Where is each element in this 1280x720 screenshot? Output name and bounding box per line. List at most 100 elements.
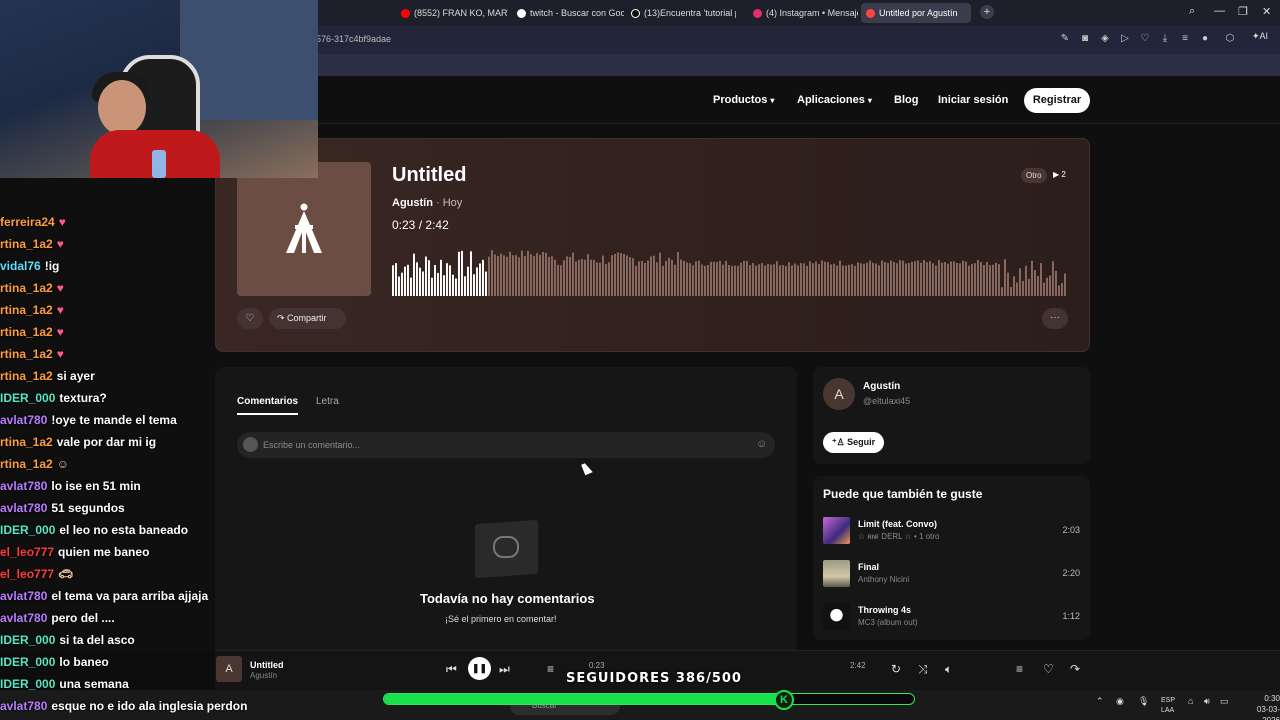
chat-username[interactable]: avlat780 — [0, 479, 47, 493]
repeat-icon[interactable]: ↻ — [891, 662, 901, 676]
network-icon[interactable]: ⌂ — [1188, 696, 1193, 706]
waveform-bar — [617, 252, 619, 296]
play-icon[interactable]: ▷ — [1119, 33, 1131, 45]
waveform-bar — [557, 264, 559, 296]
chat-username[interactable]: avlat780 — [0, 589, 47, 603]
chat-username[interactable]: IDER_000 — [0, 677, 55, 691]
chat-username[interactable]: IDER_000 — [0, 391, 55, 405]
chat-username[interactable]: rtina_1a2 — [0, 347, 53, 361]
camera-icon[interactable]: ◙ — [1079, 33, 1091, 45]
chat-username[interactable]: avlat780 — [0, 699, 47, 713]
battery-icon[interactable]: ▭ — [1220, 696, 1229, 707]
chat-username[interactable]: rtina_1a2 — [0, 325, 53, 339]
emoji-icon[interactable]: ☺ — [756, 438, 767, 450]
ai-button[interactable]: ✦AI — [1252, 31, 1268, 42]
shield-icon[interactable]: ◈ — [1099, 33, 1111, 45]
player-title[interactable]: Untitled — [250, 660, 284, 670]
tab-lyrics[interactable]: Letra — [316, 396, 339, 407]
queue-icon[interactable]: ≡ — [547, 662, 554, 676]
profile-icon[interactable]: ● — [1199, 33, 1211, 45]
pause-button[interactable]: ❚❚ — [468, 657, 491, 680]
next-icon[interactable]: ⏭ — [499, 662, 510, 677]
waveform-bar — [854, 265, 856, 296]
register-button[interactable]: Registrar — [1024, 88, 1090, 113]
heart-icon[interactable]: ♡ — [1139, 33, 1151, 45]
track-artist-link[interactable]: Agustín — [392, 197, 433, 209]
tab-tiktok[interactable]: (13)Encuentra 'tutorial pa — [626, 3, 736, 23]
waveform-bar — [545, 252, 547, 296]
waveform-bar — [653, 255, 655, 296]
player-cover[interactable]: A — [216, 656, 242, 682]
player-artist[interactable]: Agustín — [250, 671, 277, 680]
extension-icon[interactable]: ⬡ — [1224, 33, 1236, 45]
waveform-bar — [530, 254, 532, 296]
tab-instagram[interactable]: (4) Instagram • Mensajes — [748, 3, 858, 23]
chat-username[interactable]: avlat780 — [0, 611, 47, 625]
recommendation-item[interactable]: Limit (feat. Convo) ☆ ʀɴғ DERL ☆ • 1 otr… — [823, 517, 1080, 545]
microphone-icon[interactable]: 🎙︎ — [1138, 696, 1149, 707]
share-icon[interactable]: ↷ — [1070, 662, 1080, 676]
waveform-bar — [857, 262, 859, 296]
chat-username[interactable]: ferreira24 — [0, 215, 55, 229]
genre-tag[interactable]: Otro — [1021, 168, 1047, 183]
chat-username[interactable]: rtina_1a2 — [0, 435, 53, 449]
waveform[interactable] — [392, 234, 1067, 296]
url-text[interactable]: 576-317c4bf9adae — [316, 34, 391, 44]
follow-button[interactable]: ⁺♙ Seguir — [823, 432, 884, 453]
chat-username[interactable]: rtina_1a2 — [0, 237, 53, 251]
clock[interactable]: 0:30 03-03-2026 — [1251, 693, 1280, 720]
waveform-bar — [521, 250, 523, 296]
tab-comments[interactable]: Comentarios — [237, 396, 299, 415]
chat-username[interactable]: IDER_000 — [0, 523, 55, 537]
like-button[interactable]: ♡ — [237, 308, 263, 329]
new-tab-button[interactable]: + — [980, 5, 994, 19]
artist-name[interactable]: Agustín — [863, 381, 900, 392]
chat-message: rtina_1a2 ♥ — [0, 347, 64, 361]
waveform-bar — [944, 262, 946, 296]
shuffle-icon[interactable]: ⤨ — [918, 662, 928, 677]
maximize-button[interactable]: ❐ — [1238, 5, 1248, 18]
chat-username[interactable]: IDER_000 — [0, 633, 55, 647]
tab-untitled[interactable]: Untitled por Agustín — [861, 3, 971, 23]
chat-username[interactable]: el_leo777 — [0, 545, 54, 559]
search-tabs-icon[interactable]: ⌕ — [1189, 5, 1195, 18]
chat-username[interactable]: rtina_1a2 — [0, 369, 53, 383]
chat-message: avlat780 esque no e ido ala inglesia perd… — [0, 699, 247, 713]
chat-username[interactable]: avlat780 — [0, 413, 47, 427]
more-options-button[interactable]: ··· — [1042, 308, 1068, 329]
tray-app-icon[interactable]: ◉ — [1116, 696, 1124, 707]
nav-blog[interactable]: Blog — [894, 94, 918, 106]
nav-login[interactable]: Iniciar sesión — [938, 94, 1008, 106]
chat-username[interactable]: el_leo777 — [0, 567, 54, 581]
volume-icon[interactable]: 🔈︎ — [945, 662, 952, 677]
minimize-button[interactable]: — — [1214, 5, 1225, 17]
language-indicator[interactable]: ESP LAA — [1161, 696, 1175, 716]
chat-text: el tema va para arriba ajjaja — [51, 589, 209, 603]
previous-icon[interactable]: ⏮ — [446, 662, 457, 677]
chat-username[interactable]: rtina_1a2 — [0, 281, 53, 295]
waveform-bar — [431, 277, 433, 296]
chat-username[interactable]: vidal76 — [0, 259, 41, 273]
chat-username[interactable]: rtina_1a2 — [0, 457, 53, 471]
menu-icon[interactable]: ≡ — [1179, 33, 1191, 45]
nav-productos[interactable]: Productos ▾ — [713, 94, 774, 106]
share-button[interactable]: ↷ Compartir — [269, 308, 346, 329]
recommendation-item[interactable]: Final Anthony Nicini 2:20 — [823, 560, 1080, 588]
recommendation-item[interactable]: Throwing 4s MC3 (album out) 1:12 — [823, 603, 1080, 631]
heart-icon[interactable]: ♡ — [1043, 662, 1054, 676]
artist-avatar[interactable]: A — [823, 378, 855, 410]
tab-youtube[interactable]: (8552) FRAN KO, MARTINE — [396, 3, 508, 23]
close-window-button[interactable]: ✕ — [1262, 5, 1271, 18]
tab-google[interactable]: twitch - Buscar con Google — [512, 3, 624, 23]
waveform-bar — [731, 265, 733, 296]
chat-username[interactable]: avlat780 — [0, 501, 47, 515]
nav-aplicaciones[interactable]: Aplicaciones ▾ — [797, 94, 872, 106]
waveform-bar — [629, 257, 631, 296]
edit-icon[interactable]: ✎ — [1059, 33, 1071, 45]
chat-username[interactable]: rtina_1a2 — [0, 303, 53, 317]
tray-chevron-icon[interactable]: ⌃ — [1096, 696, 1104, 707]
download-icon[interactable]: ⤓ — [1159, 33, 1171, 45]
playlist-add-icon[interactable]: ≡ — [1016, 662, 1023, 676]
chat-username[interactable]: IDER_000 — [0, 655, 55, 669]
speaker-icon[interactable]: 🔊︎ — [1204, 696, 1210, 707]
